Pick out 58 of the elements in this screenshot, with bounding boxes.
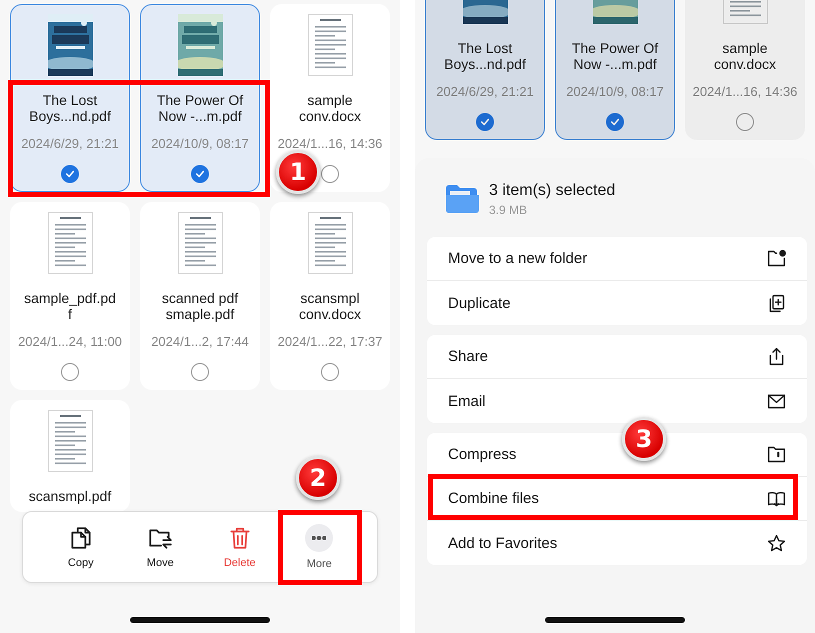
check-icon [195, 169, 205, 179]
file-card[interactable]: scansmpl conv.docx 2024/1...22, 17:37 [270, 202, 390, 390]
file-card[interactable]: sample_pdf.pdf 2024/1...24, 11:00 [10, 202, 130, 390]
file-date: 2024/6/29, 21:21 [436, 84, 534, 100]
selection-size: 3.9 MB [489, 203, 528, 217]
more-icon [312, 536, 326, 540]
selection-radio[interactable] [191, 363, 209, 381]
zip-folder-icon [766, 444, 787, 465]
file-date: 2024/1...2, 17:44 [151, 334, 249, 350]
selection-radio[interactable] [476, 113, 494, 131]
file-name: sample_pdf.pdf [24, 290, 116, 322]
file-date: 2024/1...16, 14:36 [278, 136, 382, 152]
file-date: 2024/1...24, 11:00 [18, 334, 122, 350]
file-name: scansmpl conv.docx [298, 290, 362, 322]
file-name: The Power Of Now -...m.pdf [156, 92, 244, 124]
file-card[interactable]: The Lost Boys...nd.pdf 2024/6/29, 21:21 [425, 0, 545, 140]
selection-radio[interactable] [606, 113, 624, 131]
selection-title: 3 item(s) selected [489, 181, 616, 201]
file-date: 2024/6/29, 21:21 [21, 136, 119, 152]
selection-radio[interactable] [321, 165, 339, 183]
file-name: scansmpl.pdf [28, 488, 112, 504]
file-name: The Lost Boys...nd.pdf [28, 92, 112, 124]
check-icon [65, 169, 75, 179]
selection-radio[interactable] [321, 363, 339, 381]
file-date: 2024/1...16, 14:36 [692, 84, 798, 100]
menu-item[interactable]: Move to a new folder [427, 237, 807, 281]
more-button[interactable]: More [280, 512, 359, 582]
move-button[interactable]: Move [120, 512, 200, 582]
file-card[interactable]: scansmpl.pdf [10, 400, 130, 512]
step-badge: 2 [296, 456, 340, 500]
file-name: scanned pdf smaple.pdf [160, 290, 240, 322]
file-card[interactable]: sample conv.docx 2024/1...16, 14:36 [685, 0, 805, 140]
star-icon [766, 532, 787, 554]
file-card[interactable]: The Lost Boys...nd.pdf 2024/6/29, 21:21 [10, 4, 130, 192]
file-card[interactable]: The Power Of Now -...m.pdf 2024/10/9, 08:17 [140, 4, 260, 192]
menu-item[interactable]: Add to Favorites [427, 521, 807, 565]
file-card[interactable]: The Power Of Now -...m.pdf 2024/10/9, 08:17 [555, 0, 675, 140]
file-name: sample conv.docx [298, 92, 362, 124]
menu-item[interactable]: Duplicate [427, 281, 807, 325]
folder-plus-icon [766, 248, 787, 269]
folder-icon [445, 183, 479, 215]
selection-radio[interactable] [61, 363, 79, 381]
file-date: 2024/1...22, 17:37 [278, 334, 382, 350]
file-name: The Lost Boys...nd.pdf [443, 40, 527, 72]
selection-radio[interactable] [191, 165, 209, 183]
selection-radio[interactable] [736, 113, 754, 131]
copy-button[interactable]: Copy [41, 512, 120, 582]
file-card[interactable]: scanned pdf smaple.pdf 2024/1...2, 17:44 [140, 202, 260, 390]
file-date: 2024/10/9, 08:17 [151, 136, 249, 152]
check-icon [610, 117, 620, 127]
menu-item[interactable]: Combine files [427, 477, 807, 521]
selection-radio[interactable] [61, 165, 79, 183]
menu-item[interactable]: Share [427, 335, 807, 379]
file-date: 2024/10/9, 08:17 [566, 84, 664, 100]
check-icon [480, 117, 490, 127]
delete-button[interactable]: Delete [200, 512, 280, 582]
file-name: The Power Of Now -...m.pdf [570, 40, 660, 72]
file-name: sample conv.docx [713, 40, 777, 72]
